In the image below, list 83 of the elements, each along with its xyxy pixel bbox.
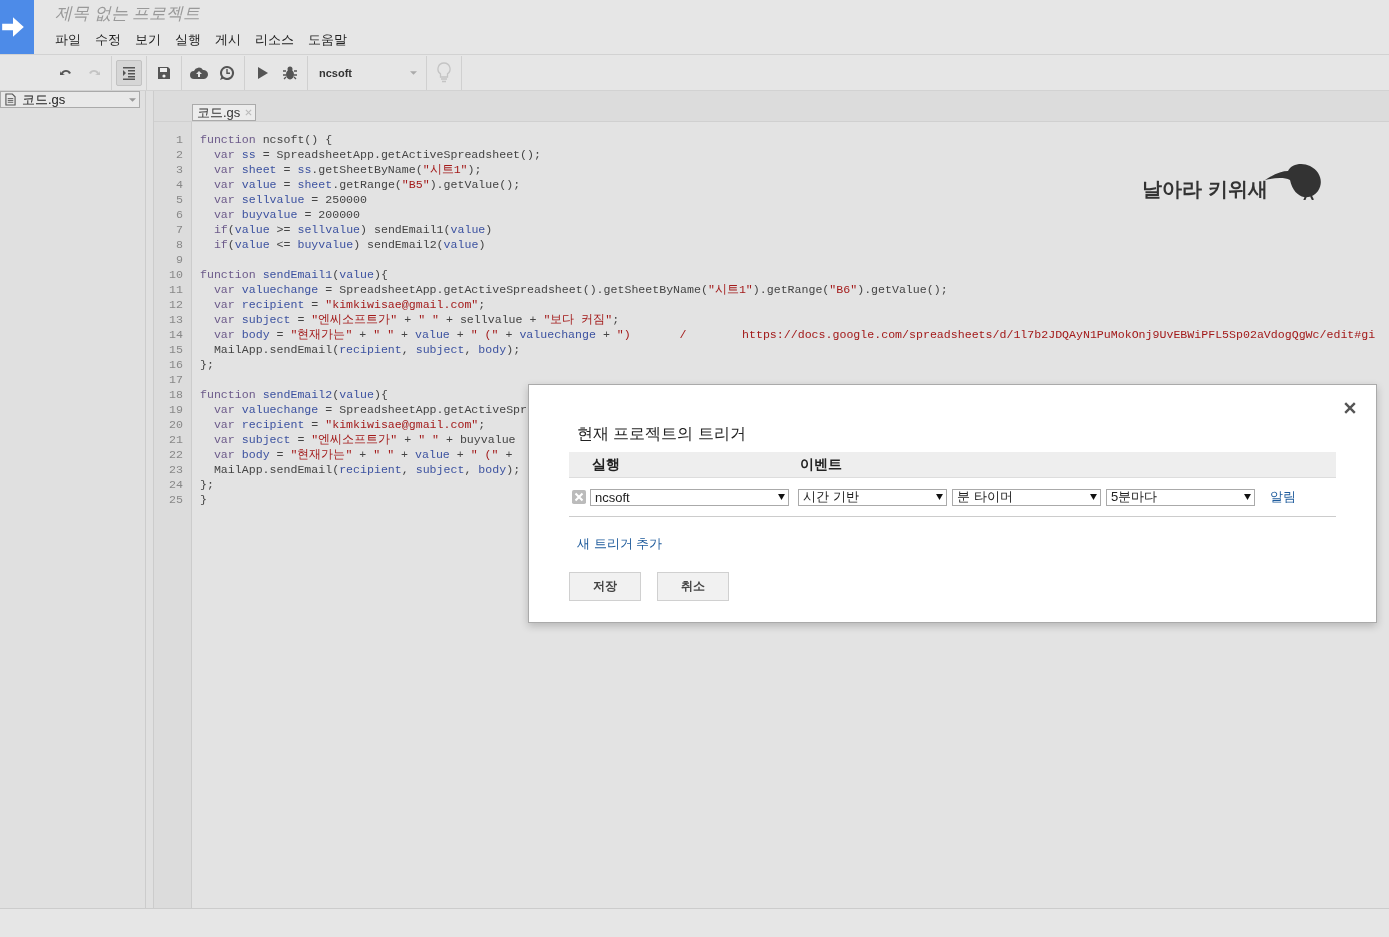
line-number: 22 bbox=[168, 447, 184, 462]
line-number: 2 bbox=[175, 147, 184, 162]
column-header: 실행 bbox=[592, 455, 621, 474]
line-number: 8 bbox=[175, 237, 184, 252]
line-number: 15 bbox=[168, 342, 184, 357]
file-item[interactable]: 코드.gs bbox=[0, 91, 140, 108]
code-line: var sellvalue = 250000 bbox=[212, 193, 367, 206]
line-number: 21 bbox=[168, 432, 184, 447]
line-number: 4 bbox=[175, 177, 184, 192]
dialog-title: 현재 프로젝트의 트리거 bbox=[577, 424, 747, 444]
line-number: 17 bbox=[168, 372, 184, 387]
code-line: var buyvalue = 200000 bbox=[212, 208, 361, 221]
line-number: 7 bbox=[175, 222, 184, 237]
add-trigger-link[interactable]: 새 트리거 추가 bbox=[577, 535, 1336, 553]
line-number: 3 bbox=[175, 162, 184, 177]
line-number: 23 bbox=[168, 462, 184, 477]
dropdown-arrow-icon bbox=[1244, 494, 1251, 500]
code-line: function sendEmail2(value){ bbox=[200, 388, 388, 401]
code-line: MailApp.sendEmail(recipient, subject, body); bbox=[212, 343, 521, 356]
lightbulb-icon bbox=[436, 61, 452, 84]
notifications-link[interactable]: 알림 bbox=[1270, 488, 1296, 506]
line-number: 16 bbox=[168, 357, 184, 372]
menu-item[interactable]: 게시 bbox=[215, 31, 241, 49]
code-line: var subject = "엔씨소프트가" + " " + buyvalue bbox=[212, 433, 516, 446]
line-number: 13 bbox=[168, 312, 184, 327]
code-line: var ss = SpreadsheetApp.getActiveSpreadsheet(); bbox=[212, 148, 541, 161]
line-number: 9 bbox=[175, 252, 184, 267]
logo-text: 날아라 키위새 bbox=[1142, 177, 1268, 202]
line-number: 5 bbox=[175, 192, 184, 207]
dropdown-arrow-icon bbox=[1090, 494, 1097, 500]
menu-item[interactable]: 도움말 bbox=[308, 31, 347, 49]
line-number: 14 bbox=[168, 327, 184, 342]
menu-item[interactable]: 실행 bbox=[175, 31, 201, 49]
line-number: 19 bbox=[168, 402, 184, 417]
code-line: var recipient = "kimkiwisae@gmail.com"; bbox=[212, 418, 486, 431]
line-number: 25 bbox=[168, 492, 184, 507]
code-line: function ncsoft() { bbox=[200, 133, 333, 146]
line-number: 20 bbox=[168, 417, 184, 432]
code-line: var subject = "엔씨소프트가" + " " + sellvalue + "보다 커짐"; bbox=[212, 313, 620, 326]
indent-button[interactable] bbox=[116, 59, 142, 86]
interval-dropdown[interactable]: 5분마다 bbox=[1106, 488, 1255, 506]
menu-item[interactable]: 파일 bbox=[55, 31, 81, 49]
code-line: } bbox=[200, 493, 207, 506]
code-line: if(value >= sellvalue) sendEmail1(value) bbox=[212, 223, 493, 236]
menu-item[interactable]: 수정 bbox=[95, 31, 121, 49]
line-number: 11 bbox=[168, 282, 184, 297]
indent-icon bbox=[121, 64, 137, 81]
line-number: 10 bbox=[168, 267, 184, 282]
code-line: function sendEmail1(value){ bbox=[200, 268, 388, 281]
code-line: var valuechange = SpreadsheetApp.getActiveSpreadsheet().getSheetByName("시트1").getRange("B6").getValue(); bbox=[212, 283, 948, 296]
code-line: MailApp.sendEmail(recipient, subject, body); bbox=[212, 463, 521, 476]
line-number: 6 bbox=[175, 207, 184, 222]
code-line: if(value <= buyvalue) sendEmail2(value) bbox=[212, 238, 486, 251]
menu-item[interactable]: 리소스 bbox=[255, 31, 294, 49]
cancel-button[interactable]: 취소 bbox=[657, 572, 729, 601]
menu-item[interactable]: 보기 bbox=[135, 31, 161, 49]
document-icon bbox=[5, 93, 16, 106]
dropdown-arrow-icon bbox=[778, 494, 785, 500]
event-source-dropdown[interactable]: 시간 기반 bbox=[798, 488, 947, 506]
close-icon[interactable] bbox=[1344, 402, 1356, 414]
code-line: var sheet = ss.getSheetByName("시트1"); bbox=[212, 163, 482, 176]
column-header: 이벤트 bbox=[800, 455, 842, 474]
code-line: var value = sheet.getRange("B5").getValue(); bbox=[212, 178, 521, 191]
line-number: 1 bbox=[175, 132, 184, 147]
line-number: 18 bbox=[168, 387, 184, 402]
function-dropdown[interactable]: ncsoft bbox=[590, 488, 789, 506]
code-line: var valuechange = SpreadsheetApp.getActiveSpr bbox=[212, 403, 528, 416]
app-logo[interactable] bbox=[0, 0, 34, 54]
code-line: var body = "현재가는" + " " + value + " (" + valuechange + ") / https://docs.google.com/spreadsheets/d/1l7b2JDQAyN1PuMokOnj9UvEBWiPFL5Sp02aVdogQgWc/edit#gi bbox=[212, 328, 1376, 341]
code-line: }; bbox=[200, 478, 214, 491]
caret-icon bbox=[410, 70, 417, 75]
file-tab[interactable]: 코드.gs bbox=[192, 104, 257, 121]
function-select[interactable]: ncsoft bbox=[311, 59, 423, 86]
code-line: }; bbox=[200, 358, 214, 371]
save-button[interactable]: 저장 bbox=[569, 572, 641, 601]
timer-type-dropdown[interactable]: 분 타이머 bbox=[952, 488, 1101, 506]
line-number: 12 bbox=[168, 297, 184, 312]
bug-icon bbox=[282, 64, 298, 81]
line-number: 24 bbox=[168, 477, 184, 492]
dropdown-arrow-icon bbox=[936, 494, 943, 500]
clock-icon bbox=[219, 64, 235, 81]
code-line: var recipient = "kimkiwisae@gmail.com"; bbox=[212, 298, 486, 311]
code-line: var body = "현재가는" + " " + value + " (" + bbox=[212, 448, 513, 461]
